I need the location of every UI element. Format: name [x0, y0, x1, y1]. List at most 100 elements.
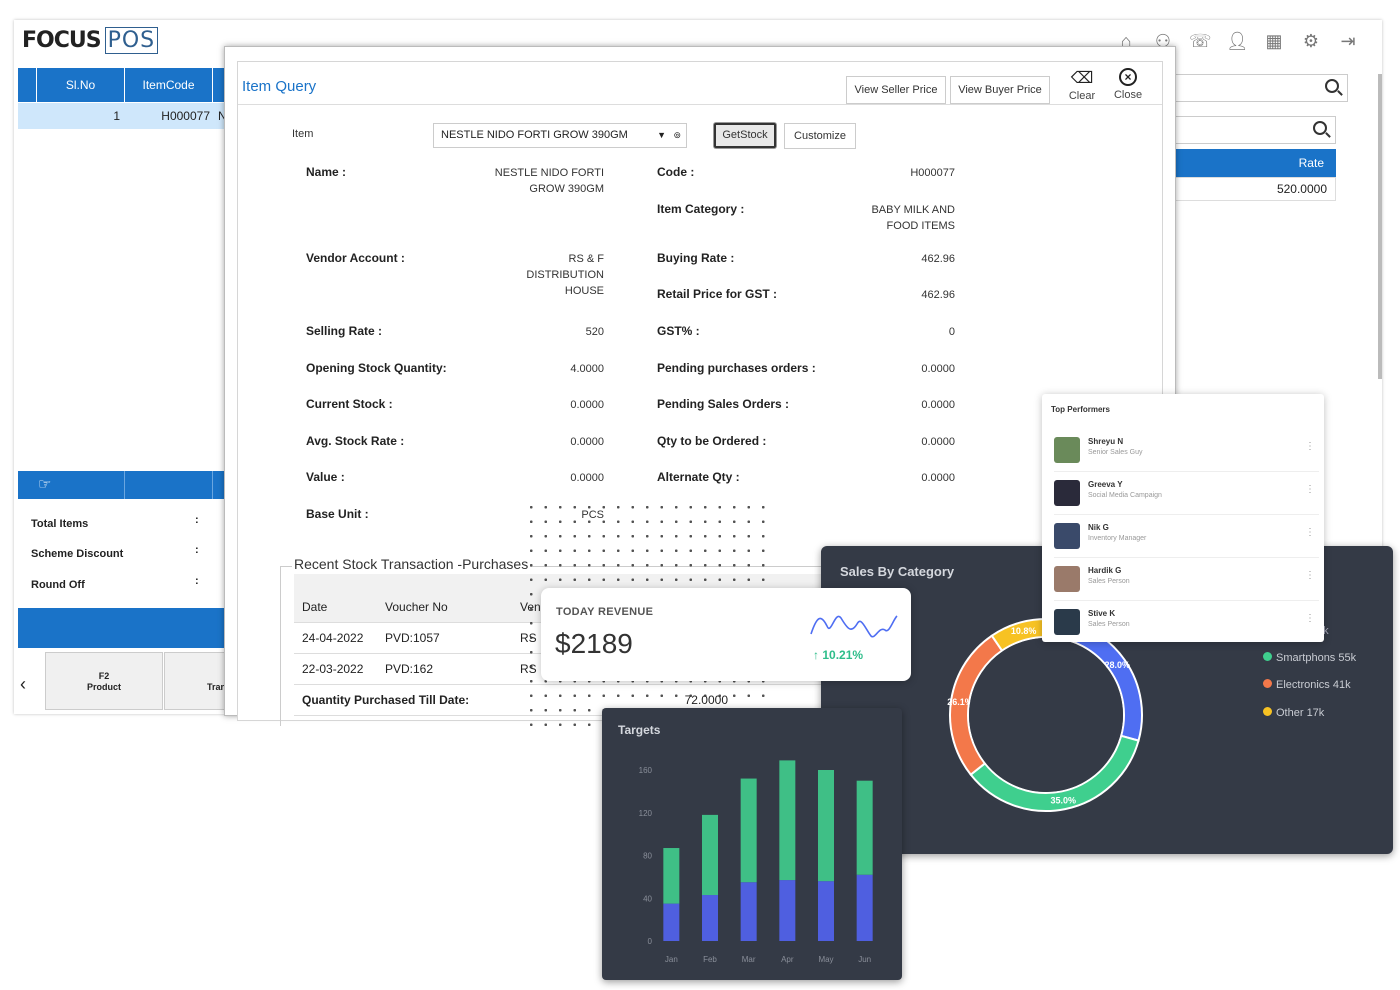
- eraser-icon: ⌫: [1070, 70, 1094, 87]
- revenue-amount: $2189: [555, 628, 633, 659]
- revenue-sparkline: [810, 615, 898, 638]
- product-button[interactable]: F2 Product: [45, 652, 163, 710]
- donut-slice-label: 10.8%: [1011, 626, 1037, 636]
- pending-sales-value: 0.0000: [921, 399, 955, 411]
- more-icon[interactable]: ⋮: [1305, 570, 1315, 581]
- item-category-value: BABY MILK AND FOOD ITEMS: [871, 204, 955, 232]
- pending-sales-label: Pending Sales Orders :: [657, 397, 790, 411]
- value-label: Value :: [306, 470, 345, 484]
- opening-stock-value: 4.0000: [570, 363, 604, 375]
- vendor-account-value: RS & F DISTRIBUTION HOUSE: [526, 253, 604, 297]
- alternate-qty-label: Alternate Qty :: [657, 470, 740, 484]
- clear-button[interactable]: ⌫ Clear: [1064, 68, 1100, 102]
- code-label: Code :: [657, 165, 695, 179]
- more-icon[interactable]: ⋮: [1305, 613, 1315, 624]
- avatar: [1054, 609, 1080, 635]
- more-icon[interactable]: ⋮: [1305, 484, 1315, 495]
- customize-button[interactable]: Customize: [784, 123, 856, 149]
- gear-icon[interactable]: ⚙: [1300, 30, 1322, 52]
- avg-stock-rate-value: 0.0000: [570, 436, 604, 448]
- more-icon[interactable]: ⋮: [1305, 527, 1315, 538]
- name-value: NESTLE NIDO FORTI GROW 390GM: [494, 167, 604, 195]
- logout-icon[interactable]: ⇥: [1337, 30, 1359, 52]
- x-tick-label: May: [818, 955, 833, 964]
- gst-value: 0: [948, 326, 955, 338]
- y-tick-label: 160: [639, 766, 653, 775]
- chevron-down-icon[interactable]: ▼: [657, 124, 666, 147]
- performer-item[interactable]: Nik G Inventory Manager ⋮: [1054, 515, 1319, 558]
- building-icon[interactable]: ▦: [1263, 30, 1285, 52]
- grid-header-itemcode: ItemCode: [125, 68, 212, 102]
- x-tick-label: Jun: [858, 955, 871, 964]
- performer-item[interactable]: Shreyu N Senior Sales Guy ⋮: [1054, 429, 1319, 472]
- search-icon[interactable]: [1313, 121, 1327, 135]
- vendor-account-label: Vendor Account :: [306, 251, 405, 265]
- bar-segment: [702, 895, 718, 941]
- revenue-change: ↑ 10.21%: [813, 648, 864, 662]
- x-tick-label: Mar: [742, 955, 756, 964]
- qty-to-order-label: Qty to be Ordered :: [657, 434, 767, 448]
- pending-purchases-value: 0.0000: [921, 363, 955, 375]
- donut-slice-label: 26.1%: [947, 697, 973, 707]
- col-voucher: Voucher No: [377, 574, 512, 623]
- bar-segment: [856, 874, 873, 941]
- targets-card: Targets 0 40 80 120 160 Jan Feb Mar Apr May Jun: [602, 708, 902, 980]
- y-tick-label: 120: [639, 809, 653, 818]
- y-tick-label: 80: [643, 852, 652, 861]
- grid-header-blank: [18, 68, 36, 102]
- bar-segment: [663, 903, 680, 941]
- close-button[interactable]: × Close: [1108, 68, 1148, 101]
- performer-item[interactable]: Stive K Sales Person ⋮: [1054, 601, 1319, 644]
- hand-pointer-icon[interactable]: ☞: [38, 475, 51, 493]
- search-icon[interactable]: [1325, 79, 1339, 93]
- avatar: [1054, 566, 1080, 592]
- item-select[interactable]: NESTLE NIDO FORTI GROW 390GM ▼ ⊚: [433, 123, 687, 148]
- opening-stock-label: Opening Stock Quantity:: [306, 361, 447, 375]
- alternate-qty-value: 0.0000: [921, 472, 955, 484]
- search-input-top[interactable]: [1174, 74, 1348, 102]
- settings-small-icon[interactable]: ⊚: [673, 124, 681, 147]
- grid-header-slno: Sl.No: [37, 68, 124, 102]
- bar-segment: [702, 814, 718, 896]
- performer-item[interactable]: Greeva Y Social Media Campaign ⋮: [1054, 472, 1319, 515]
- avg-stock-rate-label: Avg. Stock Rate :: [306, 434, 405, 448]
- qty-purchased-label: Quantity Purchased Till Date:: [294, 684, 512, 716]
- x-tick-label: Feb: [703, 955, 717, 964]
- name-label: Name :: [306, 165, 347, 179]
- total-bar: [18, 608, 224, 648]
- y-tick-label: 40: [643, 894, 652, 903]
- item-category-label: Item Category :: [657, 202, 745, 216]
- current-stock-value: 0.0000: [570, 399, 604, 411]
- chevron-left-icon[interactable]: ‹: [20, 674, 26, 695]
- col-date: Date: [294, 574, 377, 623]
- targets-bar-chart: 0 40 80 120 160 Jan Feb Mar Apr May Jun: [639, 760, 873, 964]
- gst-label: GST% :: [657, 324, 700, 338]
- grid-header-rate: Rate: [1174, 149, 1336, 177]
- more-icon[interactable]: ⋮: [1305, 441, 1315, 452]
- buying-rate-value: 462.96: [921, 253, 955, 265]
- scrollbar[interactable]: [1378, 74, 1382, 379]
- view-buyer-price-button[interactable]: View Buyer Price: [950, 76, 1050, 104]
- current-stock-label: Current Stock :: [306, 397, 393, 411]
- getstock-button[interactable]: GetStock: [714, 123, 776, 148]
- selling-rate-label: Selling Rate :: [306, 324, 383, 338]
- selling-rate-value: 520: [585, 326, 604, 338]
- legend-item-other: Other 17k: [1263, 707, 1324, 719]
- user-icon[interactable]: 👤︎: [1226, 30, 1249, 52]
- view-seller-price-button[interactable]: View Seller Price: [846, 76, 946, 104]
- support-icon[interactable]: ☏: [1189, 30, 1212, 52]
- table-row[interactable]: 1 H000077 N: [18, 103, 228, 129]
- arrow-up-icon: ↑: [813, 648, 823, 662]
- row-itemcode: H000077: [161, 109, 210, 123]
- avatar: [1054, 523, 1080, 549]
- dialog-title: Item Query: [242, 78, 317, 95]
- performer-item[interactable]: Hardik G Sales Person ⋮: [1054, 558, 1319, 601]
- pending-purchases-label: Pending purchases orders :: [657, 361, 816, 375]
- focus-pos-logo: FOCUS POS: [22, 27, 159, 54]
- bar-segment: [663, 848, 680, 904]
- x-tick-label: Jan: [665, 955, 678, 964]
- item-label: Item: [292, 128, 314, 140]
- summary-scheme-discount: Scheme Discount:: [31, 544, 199, 560]
- search-input-second[interactable]: [1174, 116, 1336, 144]
- base-unit-label: Base Unit :: [306, 507, 369, 521]
